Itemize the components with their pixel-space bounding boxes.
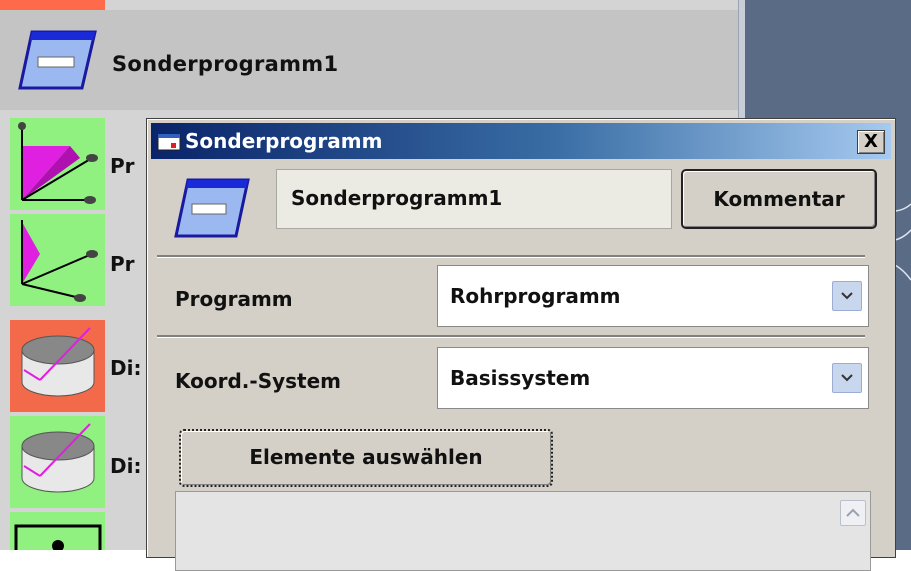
cylinder-icon bbox=[10, 416, 105, 508]
list-item-label: Sonderprogramm1 bbox=[112, 52, 339, 76]
programm-select-value: Rohrprogramm bbox=[450, 284, 621, 308]
dialog-title: Sonderprogramm bbox=[185, 129, 383, 153]
programm-select[interactable]: Rohrprogramm bbox=[437, 265, 869, 327]
list-item-label: Pr bbox=[110, 252, 135, 276]
chevron-up-icon bbox=[846, 508, 860, 517]
plane-axes-icon bbox=[10, 118, 105, 210]
koord-system-select[interactable]: Basissystem bbox=[437, 347, 869, 409]
elements-listbox[interactable] bbox=[175, 491, 871, 571]
cylinder-icon bbox=[10, 320, 105, 412]
list-item-label: Di: bbox=[110, 454, 142, 478]
separator bbox=[157, 255, 865, 258]
list-item-plane-2[interactable] bbox=[10, 214, 105, 306]
list-item-cylinder-1[interactable] bbox=[10, 320, 105, 412]
program-name-field[interactable]: Sonderprogramm1 bbox=[276, 169, 672, 229]
frame-icon bbox=[10, 512, 105, 558]
comment-button[interactable]: Kommentar bbox=[681, 169, 877, 229]
list-item-selected[interactable]: Sonderprogramm1 bbox=[0, 10, 738, 110]
chevron-down-icon[interactable] bbox=[832, 363, 862, 393]
koord-system-label: Koord.-System bbox=[175, 369, 342, 393]
list-item-label: Pr bbox=[110, 154, 135, 178]
window-icon bbox=[157, 133, 181, 151]
select-elements-button[interactable]: Elemente auswählen bbox=[179, 429, 553, 487]
dialog-titlebar[interactable]: Sonderprogramm X bbox=[151, 123, 891, 159]
sonderprogramm-dialog: Sonderprogramm X Sonderprogramm1 Komment… bbox=[146, 118, 896, 571]
list-item-plane-1[interactable] bbox=[10, 118, 105, 210]
chevron-down-icon[interactable] bbox=[832, 281, 862, 311]
separator bbox=[157, 335, 865, 338]
list-item-cylinder-2[interactable] bbox=[10, 416, 105, 508]
koord-system-select-value: Basissystem bbox=[450, 366, 591, 390]
list-item-frame[interactable] bbox=[10, 512, 105, 558]
list-item-label: Di: bbox=[110, 356, 142, 380]
programm-label: Programm bbox=[175, 287, 293, 311]
close-button[interactable]: X bbox=[857, 130, 885, 154]
special-program-icon bbox=[10, 22, 105, 100]
scroll-up-button[interactable] bbox=[840, 500, 866, 526]
special-program-icon bbox=[174, 178, 250, 238]
plane-axes-icon bbox=[10, 214, 105, 306]
